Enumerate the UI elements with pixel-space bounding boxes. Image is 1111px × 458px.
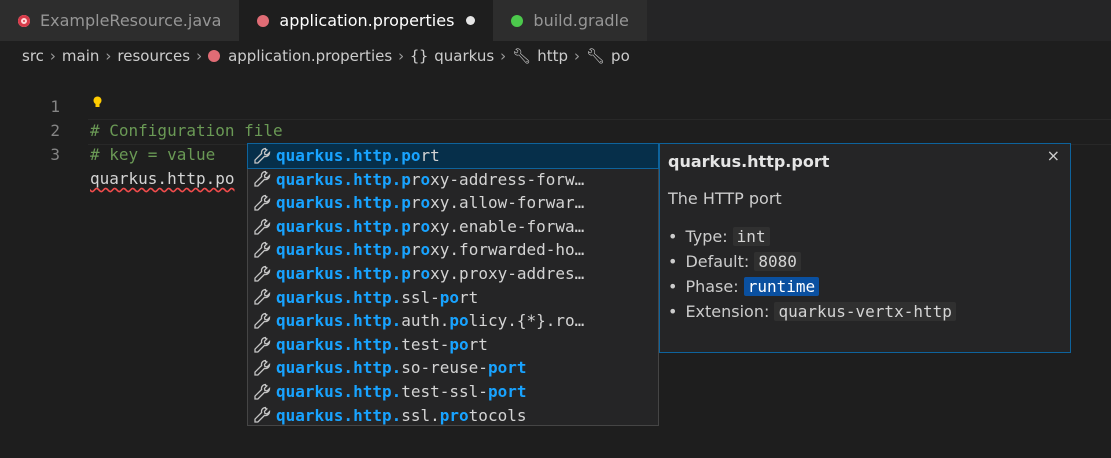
wrench-icon: 🔧︎ — [512, 47, 532, 65]
code-text: quarkus.http.po — [90, 169, 235, 188]
suggestion-item[interactable]: quarkus.http.proxy-address-forw… — [248, 168, 658, 192]
suggestion-item[interactable]: quarkus.http.auth.policy.{*}.ro… — [248, 309, 658, 333]
suggestion-label: quarkus.http.auth.policy.{*}.ro… — [276, 311, 585, 331]
suggestion-label: quarkus.http.ssl.protocols — [276, 405, 527, 425]
suggestion-item[interactable]: quarkus.http.test-ssl-port — [248, 380, 658, 404]
breadcrumb-item[interactable]: application.properties — [228, 47, 392, 65]
line-number: 3 — [50, 145, 60, 164]
code-text: # Configuration file — [90, 121, 283, 140]
properties-file-icon — [208, 50, 221, 62]
wrench-icon — [254, 242, 271, 258]
wrench-icon — [254, 265, 271, 282]
details-title: quarkus.http.port — [668, 152, 830, 171]
wrench-icon: 🔧︎ — [586, 47, 606, 65]
breadcrumb-item[interactable]: resources — [117, 47, 190, 65]
tab-build-gradle[interactable]: build.gradle — [493, 0, 647, 41]
suggestion-label: quarkus.http.test-port — [276, 334, 488, 354]
prop-label: Extension: — [685, 302, 770, 321]
code-line[interactable]: 1 # Configuration file — [0, 71, 282, 140]
suggestion-item[interactable]: quarkus.http.so-reuse-port — [248, 356, 658, 380]
suggestion-item[interactable]: quarkus.http.ssl-port — [248, 286, 658, 310]
tab-label: build.gradle — [533, 11, 629, 30]
suggestion-item[interactable]: quarkus.http.ssl.protocols — [248, 404, 658, 428]
code-line[interactable]: 2 # key = value — [0, 95, 215, 164]
chevron-right-icon: › — [574, 47, 580, 65]
suggestion-item[interactable]: quarkus.http.proxy.allow-forwar… — [248, 191, 658, 215]
details-properties: Type: int Default: 8080 Phase: runtime E… — [668, 224, 1062, 324]
java-file-icon — [18, 14, 30, 27]
chevron-right-icon: › — [105, 47, 112, 65]
wrench-icon — [254, 359, 271, 376]
suggestion-details: quarkus.http.port × The HTTP port Type: … — [659, 143, 1071, 353]
close-icon[interactable]: × — [1047, 146, 1060, 165]
suggestion-label: quarkus.http.port — [276, 146, 440, 165]
breadcrumb: src › main › resources › application.pro… — [0, 41, 1111, 71]
chevron-right-icon: › — [196, 47, 203, 65]
prop-label: Default: — [685, 252, 750, 271]
breadcrumb-item[interactable]: src — [22, 47, 44, 65]
wrench-icon — [254, 171, 271, 188]
suggestion-label: quarkus.http.proxy-address-forw… — [276, 169, 585, 189]
wrench-icon — [254, 336, 271, 353]
suggestion-item[interactable]: quarkus.http.proxy.forwarded-ho… — [248, 238, 658, 262]
tab-label: ExampleResource.java — [40, 11, 222, 30]
breadcrumb-item[interactable]: main — [62, 47, 99, 65]
suggestion-label: quarkus.http.ssl-port — [276, 287, 479, 307]
suggestion-label: quarkus.http.test-ssl-port — [276, 381, 527, 401]
unsaved-dot-icon[interactable] — [466, 16, 476, 25]
suggestion-label: quarkus.http.so-reuse-port — [276, 358, 527, 378]
prop-value: runtime — [743, 277, 820, 296]
wrench-icon — [254, 218, 271, 235]
details-prop: Default: 8080 — [668, 249, 1062, 274]
breadcrumb-item[interactable]: http — [537, 47, 568, 65]
tab-example-resource[interactable]: ExampleResource.java — [0, 0, 240, 41]
suggestion-label: quarkus.http.proxy.enable-forwa… — [276, 216, 585, 236]
chevron-right-icon: › — [49, 47, 56, 65]
tab-application-properties[interactable]: application.properties — [239, 0, 494, 41]
code-line[interactable]: 3 quarkus.http.po — [0, 119, 234, 188]
suggestion-item[interactable]: quarkus.http.proxy.proxy-addres… — [248, 262, 658, 286]
prop-value: quarkus-vertx-http — [774, 302, 956, 321]
prop-label: Phase: — [685, 277, 739, 296]
wrench-icon — [254, 194, 271, 211]
suggestion-item[interactable]: quarkus.http.test-port — [248, 333, 658, 357]
suggestion-item[interactable]: quarkus.http.proxy.enable-forwa… — [248, 215, 658, 239]
chevron-right-icon: › — [398, 47, 405, 65]
chevron-right-icon: › — [500, 47, 507, 65]
details-prop: Type: int — [668, 224, 1062, 249]
suggestion-list[interactable]: quarkus.http.port quarkus.http.proxy-addr… — [247, 143, 659, 426]
prop-value: 8080 — [754, 252, 801, 271]
wrench-icon — [254, 147, 271, 164]
details-description: The HTTP port — [668, 189, 782, 208]
editor-tabs: ExampleResource.java application.propert… — [0, 0, 1111, 41]
suggestion-item[interactable]: quarkus.http.port — [247, 143, 659, 169]
lightbulb-icon[interactable] — [92, 96, 103, 108]
wrench-icon — [254, 312, 271, 329]
details-prop: Extension: quarkus-vertx-http — [668, 299, 1062, 324]
tab-label: application.properties — [279, 11, 455, 30]
suggestion-label: quarkus.http.proxy.forwarded-ho… — [276, 240, 585, 260]
gradle-file-icon — [511, 14, 524, 27]
suggestion-label: quarkus.http.proxy.allow-forwar… — [276, 193, 585, 213]
details-prop: Phase: runtime — [668, 274, 1062, 299]
wrench-icon — [254, 407, 271, 423]
wrench-icon — [254, 383, 271, 400]
suggestion-label: quarkus.http.proxy.proxy-addres… — [276, 263, 585, 283]
code-text: # key = value — [90, 145, 216, 164]
prop-label: Type: — [685, 227, 728, 246]
prop-value: int — [732, 227, 770, 246]
breadcrumb-item[interactable]: quarkus — [434, 47, 494, 65]
braces-icon: {} — [410, 47, 429, 65]
properties-file-icon — [257, 14, 270, 27]
wrench-icon — [254, 289, 271, 306]
breadcrumb-item[interactable]: po — [611, 47, 630, 65]
